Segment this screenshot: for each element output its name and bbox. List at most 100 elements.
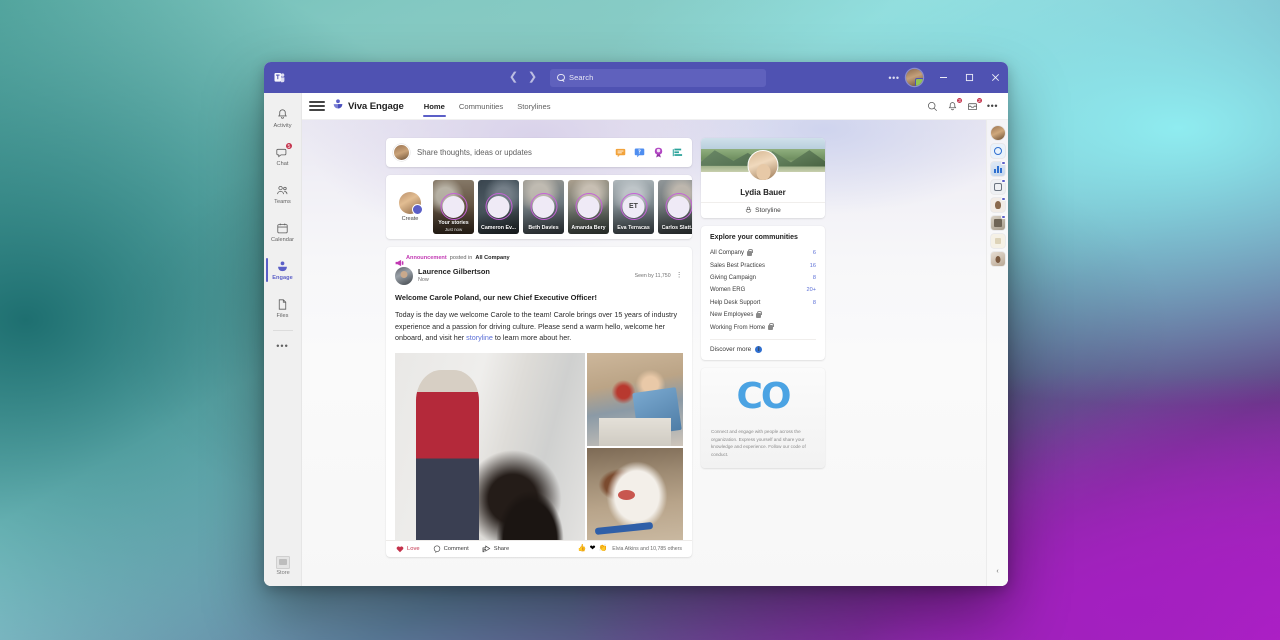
- story-item[interactable]: Amanda Bery: [568, 180, 609, 234]
- avatar[interactable]: [906, 69, 923, 86]
- discover-more-button[interactable]: Discover more i: [710, 345, 816, 353]
- avatar-icon[interactable]: [990, 126, 1005, 140]
- photo-woman-presenting[interactable]: [395, 352, 585, 540]
- minimize-button[interactable]: [930, 62, 956, 93]
- sidebar-item-chat[interactable]: 5 Chat: [264, 137, 302, 175]
- community-count: 6: [812, 250, 816, 257]
- reaction-summary-row[interactable]: 👍 ❤ 👏 Elvia Atkins and 10,785 others: [578, 545, 682, 552]
- announcement-badge: Announcement: [406, 254, 447, 261]
- storyline-link[interactable]: storyline: [466, 333, 493, 342]
- person-app-icon[interactable]: [990, 196, 1006, 212]
- clap-reaction-icon: 👏: [598, 545, 608, 553]
- community-row[interactable]: New Employees: [710, 309, 816, 321]
- unread-dot: [1001, 178, 1006, 184]
- info-icon: i: [755, 345, 763, 353]
- photo-bulldog[interactable]: [587, 447, 683, 540]
- story-avatar: [532, 195, 555, 218]
- collapse-panel-button[interactable]: ‹: [991, 564, 1005, 578]
- story-item[interactable]: ET Eva Terracas: [613, 180, 654, 234]
- teams-icon: [276, 182, 289, 199]
- post-community[interactable]: All Company: [475, 255, 509, 261]
- post-header-right: Seen by 11,750 ⋮: [635, 267, 683, 279]
- titlebar-nav: ❮ ❯ Search: [506, 68, 766, 88]
- heart-reaction-icon: ❤: [589, 545, 596, 553]
- insights-app-icon[interactable]: [990, 160, 1006, 176]
- community-count: 8: [812, 274, 816, 281]
- community-row[interactable]: Giving Campaign 8: [710, 272, 816, 284]
- app-header: Viva Engage Home Communities Storylines …: [302, 93, 1008, 120]
- post-timestamp: Now: [418, 277, 429, 283]
- story-item[interactable]: Carlos Slatt...: [658, 180, 692, 234]
- story-name: Amanda Bery: [571, 224, 606, 231]
- sidebar-item-calendar[interactable]: Calendar: [264, 213, 302, 251]
- community-row[interactable]: Women ERG 20+: [710, 284, 816, 296]
- post-author-name[interactable]: Laurence Gilbertson: [418, 267, 490, 276]
- search-icon[interactable]: [925, 99, 940, 114]
- composer-placeholder[interactable]: Share thoughts, ideas or updates: [417, 148, 532, 157]
- story-item[interactable]: Your stories Just now: [433, 180, 474, 234]
- story-item[interactable]: Beth Davies: [523, 180, 564, 234]
- sidebar-item-teams[interactable]: Teams: [264, 175, 302, 213]
- composer-card[interactable]: Share thoughts, ideas or updates ?: [386, 138, 692, 167]
- hamburger-icon[interactable]: [309, 98, 325, 114]
- global-search-input[interactable]: Search: [550, 68, 766, 87]
- maximize-button[interactable]: [956, 62, 982, 93]
- post-author-row: Laurence Gilbertson Now Seen by 11,750 ⋮: [395, 267, 683, 285]
- app-header-overflow-button[interactable]: •••: [985, 99, 1000, 114]
- story-avatar: [667, 195, 690, 218]
- post-card: Announcement posted in All Company Laure…: [386, 247, 692, 557]
- notifications-bell-icon[interactable]: 3: [945, 96, 963, 114]
- sidebar-item-engage[interactable]: Engage: [264, 251, 302, 289]
- story-avatar: [487, 195, 510, 218]
- window-titlebar: ❮ ❯ Search •••: [264, 62, 1008, 93]
- back-icon[interactable]: ❮: [506, 68, 521, 88]
- discussion-icon[interactable]: [615, 147, 626, 158]
- code-of-conduct-card: CO Connect and engage with people across…: [701, 367, 825, 469]
- profile-avatar[interactable]: [747, 150, 779, 181]
- share-button[interactable]: Share: [482, 545, 509, 553]
- avatar[interactable]: [395, 267, 413, 285]
- comment-button[interactable]: Comment: [433, 545, 469, 553]
- community-row[interactable]: Help Desk Support 8: [710, 297, 816, 309]
- question-icon[interactable]: ?: [634, 147, 645, 158]
- close-button[interactable]: [982, 62, 1008, 93]
- story-timestamp: Just now: [444, 226, 463, 232]
- tab-home[interactable]: Home: [417, 93, 452, 120]
- inbox-icon[interactable]: 2: [965, 96, 983, 114]
- storyline-button[interactable]: Storyline: [701, 202, 825, 218]
- love-label: Love: [407, 545, 420, 552]
- frame-app-icon[interactable]: [990, 178, 1006, 194]
- praise-icon[interactable]: [653, 147, 664, 158]
- photo-family-with-laptop[interactable]: [587, 352, 683, 446]
- story-item[interactable]: Cameron Ev...: [478, 180, 519, 234]
- post-more-options-button[interactable]: ⋮: [676, 272, 683, 279]
- forward-icon[interactable]: ❯: [525, 68, 540, 88]
- clock-app-icon[interactable]: [990, 144, 1005, 158]
- author-meta: Laurence Gilbertson Now: [418, 267, 490, 283]
- window-body: Activity 5 Chat Teams Calendar Engage Fi…: [264, 93, 1008, 586]
- unread-dot: [1001, 196, 1006, 202]
- tab-communities[interactable]: Communities: [452, 93, 510, 120]
- sidebar-item-activity[interactable]: Activity: [264, 99, 302, 137]
- love-button[interactable]: Love: [396, 545, 420, 553]
- sidebar-item-files[interactable]: Files: [264, 289, 302, 327]
- community-name: Help Desk Support: [710, 299, 761, 306]
- search-icon: [557, 73, 565, 82]
- document-app-icon[interactable]: [990, 234, 1005, 248]
- community-row[interactable]: Working From Home: [710, 321, 816, 333]
- composer-avatar: [394, 145, 409, 160]
- community-row[interactable]: Sales Best Practices 16: [710, 259, 816, 271]
- community-name: All Company: [710, 250, 745, 257]
- community-row[interactable]: All Company 6: [710, 247, 816, 259]
- titlebar-overflow-button[interactable]: •••: [883, 62, 905, 93]
- create-story-button[interactable]: Create: [391, 180, 429, 234]
- tab-storylines[interactable]: Storylines: [510, 93, 557, 120]
- photo-app-icon[interactable]: [990, 252, 1005, 266]
- calendar-icon: [276, 220, 289, 237]
- rail-overflow-button[interactable]: •••: [264, 333, 302, 359]
- store-icon[interactable]: [276, 556, 290, 569]
- chat-icon: 5: [276, 142, 293, 161]
- side-app-strip: ‹: [986, 120, 1008, 586]
- poll-icon[interactable]: [672, 147, 683, 158]
- notes-app-icon[interactable]: [990, 214, 1006, 230]
